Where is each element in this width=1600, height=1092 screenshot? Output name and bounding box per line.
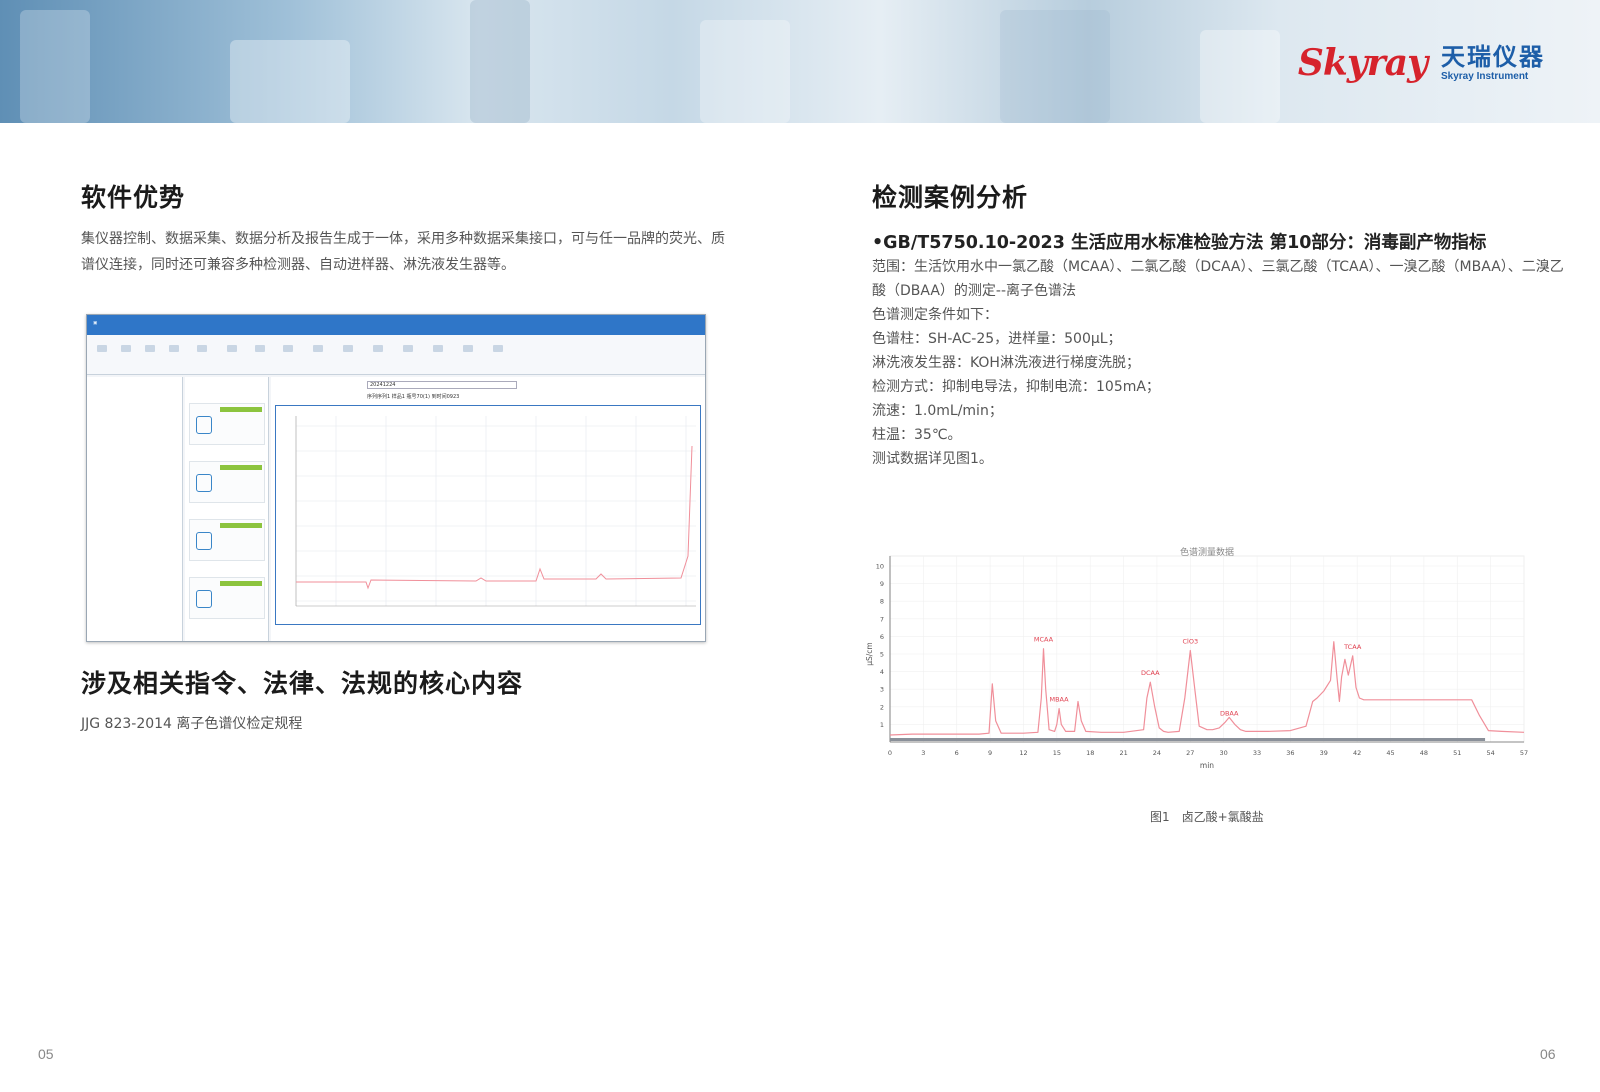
y-tick-label: 9: [880, 580, 884, 588]
x-tick-label: 48: [1420, 749, 1428, 757]
y-axis-label: μS/cm: [865, 642, 874, 666]
x-tick-label: 51: [1453, 749, 1461, 757]
software-advantage-heading: 软件优势: [81, 183, 186, 212]
instrument-status-panel: [185, 377, 269, 641]
logo-name-cn: 天瑞仪器: [1441, 43, 1545, 72]
y-tick-label: 7: [880, 615, 884, 623]
banner-glass-decoration: [700, 20, 790, 123]
baseline-strip: [890, 738, 1486, 741]
chromatogram-panel: 20241224 序列序列1 样品1 瓶号70(1) 到时间0923: [271, 377, 705, 641]
status-card: [189, 403, 265, 445]
logo-name-en: Skyray Instrument: [1441, 70, 1529, 82]
x-tick-label: 27: [1186, 749, 1194, 757]
status-card: [189, 519, 265, 561]
figure-caption: 图1 卤乙酸+氯酸盐: [1150, 810, 1264, 824]
status-card: [189, 461, 265, 503]
standard-title: •GB/T5750.10-2023 生活应用水标准检验方法 第10部分：消毒副产…: [872, 233, 1487, 253]
software-plot-svg: [295, 416, 696, 607]
banner-glass-decoration: [20, 10, 90, 123]
banner-glass-decoration: [1000, 10, 1110, 123]
page-number-left: 05: [38, 1046, 54, 1062]
condition-line: 范围：生活饮用水中一氯乙酸（MCAA）、二氯乙酸（DCAA）、三氯乙酸（TCAA…: [872, 259, 1564, 275]
x-tick-label: 45: [1386, 749, 1394, 757]
test-conditions: 范围：生活饮用水中一氯乙酸（MCAA）、二氯乙酸（DCAA）、三氯乙酸（TCAA…: [872, 255, 1564, 471]
software-intro: 集仪器控制、数据采集、数据分析及报告生成于一体，采用多种数据采集接口，可与任一品…: [81, 226, 725, 278]
banner-glass-decoration: [1200, 30, 1280, 123]
condition-line: 测试数据详见图1。: [872, 451, 993, 467]
case-analysis-heading: 检测案例分析: [872, 183, 1029, 212]
peak-label-mcaa: MCAA: [1034, 636, 1054, 644]
x-tick-label: 39: [1320, 749, 1328, 757]
sample-info: 序列序列1 样品1 瓶号70(1) 到时间0923: [367, 394, 460, 400]
y-tick-label: 10: [876, 563, 884, 571]
x-tick-label: 57: [1520, 749, 1528, 757]
software-ribbon: [87, 335, 705, 375]
software-titlebar: ▣: [87, 315, 705, 335]
peak-label-dcaa: DCAA: [1141, 669, 1160, 677]
x-tick-label: 30: [1220, 749, 1228, 757]
y-tick-label: 5: [880, 651, 884, 659]
regulation-heading: 涉及相关指令、法律、法规的核心内容: [81, 669, 524, 698]
x-tick-label: 15: [1053, 749, 1061, 757]
sample-field: 20241224: [367, 381, 517, 389]
page-number-right: 06: [1540, 1046, 1556, 1062]
skyray-logo: Skyray 天瑞仪器 Skyray Instrument: [1298, 42, 1545, 84]
x-tick-label: 6: [955, 749, 959, 757]
x-tick-label: 21: [1119, 749, 1127, 757]
software-screenshot: ▣ 20241224 序列序列1 样品1 瓶号70(1) 到时间0923: [86, 314, 706, 642]
status-card: [189, 577, 265, 619]
banner-glass-decoration: [230, 40, 350, 123]
plot-area: [889, 555, 1525, 743]
chart-title: 色谱测量数据: [1180, 546, 1234, 558]
x-tick-label: 0: [888, 749, 892, 757]
chromatogram-svg: 色谱测量数据0 3 6 9 12 15 18 21 24 27 30 33 36 39 42 45 48 51 54…: [865, 546, 1528, 770]
x-tick-label: 36: [1286, 749, 1294, 757]
x-tick-label: 42: [1353, 749, 1361, 757]
condition-line: 检测方式：抑制电导法，抑制电流：105mA；: [872, 379, 1160, 395]
x-tick-label: 54: [1486, 749, 1494, 757]
x-axis-label: min: [1200, 761, 1214, 770]
y-tick-label: 1: [880, 721, 884, 729]
y-tick-label: 2: [880, 703, 884, 711]
chromatogram-chart: 色谱测量数据 0 3 6 9 12 15 18 21 24 27 30 33 36 39 42 45 48 51 54…: [858, 544, 1538, 776]
peak-label-tcaa: TCAA: [1343, 643, 1362, 651]
x-tick-label: 24: [1153, 749, 1161, 757]
x-tick-label: 3: [921, 749, 925, 757]
y-tick-label: 4: [880, 668, 884, 676]
software-intro-line: 谱仪连接，同时还可兼容多种检测器、自动进样器、淋洗液发生器等。: [81, 257, 515, 273]
banner-glass-decoration: [470, 0, 530, 123]
y-tick-label: 8: [880, 598, 884, 606]
y-tick-label: 6: [880, 633, 884, 641]
condition-line: 淋洗液发生器：KOH淋洗液进行梯度洗脱；: [872, 355, 1140, 371]
header-banner: Skyray 天瑞仪器 Skyray Instrument: [0, 0, 1600, 123]
instrument-tree: [87, 377, 183, 641]
x-tick-label: 12: [1019, 749, 1027, 757]
x-tick-label: 33: [1253, 749, 1261, 757]
logo-script: Skyray: [1297, 42, 1428, 84]
software-intro-line: 集仪器控制、数据采集、数据分析及报告生成于一体，采用多种数据采集接口，可与任一品…: [81, 231, 725, 247]
software-plot: [275, 405, 701, 625]
condition-line: 色谱测定条件如下：: [872, 307, 998, 323]
regulation-text: JJG 823-2014 离子色谱仪检定规程: [81, 716, 303, 732]
condition-line: 酸（DBAA）的测定--离子色谱法: [872, 283, 1077, 299]
peak-label-mbaa: MBAA: [1049, 696, 1069, 704]
x-tick-label: 18: [1086, 749, 1094, 757]
condition-line: 流速：1.0mL/min；: [872, 403, 1003, 419]
peak-label-clo3: ClO3: [1183, 637, 1199, 645]
condition-line: 柱温：35℃。: [872, 427, 962, 443]
y-tick-label: 3: [880, 686, 884, 694]
peak-label-dbaa: DBAA: [1220, 710, 1239, 718]
x-tick-label: 9: [988, 749, 992, 757]
condition-line: 色谱柱：SH-AC-25，进样量：500μL；: [872, 331, 1122, 347]
